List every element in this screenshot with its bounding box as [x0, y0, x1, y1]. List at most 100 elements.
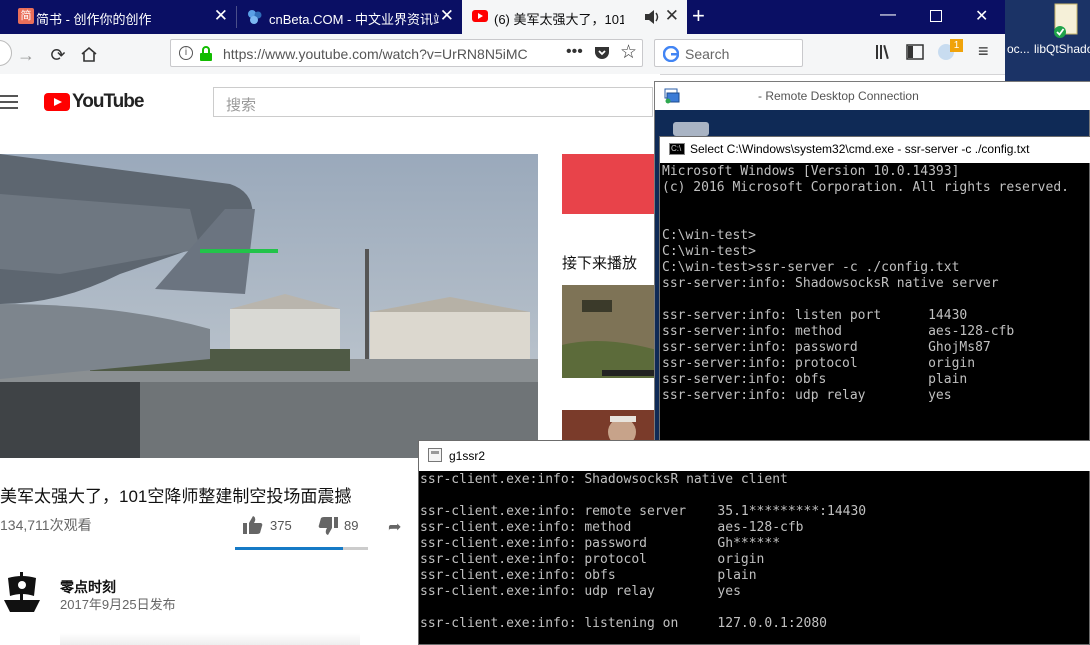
like-ratio-bar — [235, 547, 368, 550]
file-icon[interactable] — [1053, 2, 1079, 38]
video-frame-scene — [0, 154, 538, 458]
speaker-icon[interactable] — [644, 10, 660, 24]
console-line: ssr-server:info: obfs plain — [662, 372, 968, 387]
description-fade — [60, 633, 360, 645]
youtube-favicon-icon — [472, 10, 488, 22]
ssr-title: g1ssr2 — [449, 449, 486, 463]
tab-label: 简书 - 创作你的创作 — [36, 12, 152, 27]
video-title: 美军太强大了，101空降师整建制空投场面震撼 — [0, 487, 352, 506]
close-tab-icon[interactable]: ✕ — [665, 6, 679, 26]
close-tab-icon[interactable]: ✕ — [440, 6, 454, 26]
url-text: https://www.youtube.com/watch?v=UrRN8N5i… — [223, 46, 528, 62]
minimize-icon[interactable]: — — [880, 6, 896, 24]
console-line: ssr-server:info: protocol origin — [662, 356, 976, 371]
window-close-icon[interactable]: ✕ — [975, 6, 988, 26]
home-icon[interactable] — [80, 46, 98, 62]
browser-toolbar: → ⟳ i https://www.youtube.com/watch?v=Ur… — [0, 34, 1005, 75]
ssr-client-window[interactable]: g1ssr2 ssr-client.exe:info: ShadowsocksR… — [418, 440, 1090, 645]
bookmark-star-icon[interactable]: ☆ — [620, 41, 637, 64]
cnbeta-favicon-icon — [247, 9, 263, 25]
desktop-icon-label: libQtShado — [1034, 42, 1090, 56]
tab-label: (6) 美军太强大了，101空降师 — [494, 12, 624, 27]
share-icon[interactable]: ➦ — [388, 517, 401, 537]
ad-banner[interactable] — [562, 154, 657, 214]
cmd-title: Select C:\Windows\system32\cmd.exe - ssr… — [690, 142, 1030, 156]
console-line: Microsoft Windows [Version 10.0.14393] — [662, 164, 960, 179]
close-tab-icon[interactable]: ✕ — [214, 6, 228, 26]
cmd-app-icon: C:\ — [669, 143, 685, 155]
tab-jianshu[interactable]: 简 简书 - 创作你的创作 ✕ — [0, 0, 236, 34]
cmd-titlebar[interactable]: C:\ Select C:\Windows\system32\cmd.exe -… — [660, 137, 1090, 163]
tab-cnbeta[interactable]: cnBeta.COM - 中文业界资讯站 ✕ — [237, 0, 462, 34]
rdp-title: - Remote Desktop Connection — [758, 89, 919, 103]
console-line: ssr-client.exe:info: ShadowsocksR native… — [420, 472, 788, 487]
console-line: ssr-server:info: listen port 14430 — [662, 308, 968, 323]
thumbs-down-icon[interactable] — [318, 517, 338, 535]
info-icon[interactable]: i — [179, 46, 193, 60]
youtube-logo-icon[interactable] — [44, 93, 70, 111]
like-count: 375 — [270, 518, 292, 533]
console-line: ssr-client.exe:info: remote server 35.1*… — [420, 504, 867, 519]
up-next-thumbnail[interactable] — [562, 410, 657, 440]
page-actions-icon[interactable]: ••• — [566, 43, 583, 61]
console-line: ssr-client.exe:info: method aes-128-cfb — [420, 520, 804, 535]
library-icon[interactable] — [875, 44, 893, 60]
jianshu-favicon-icon: 简 — [18, 8, 34, 24]
console-line: C:\win-test> — [662, 228, 756, 243]
maximize-icon[interactable] — [930, 10, 942, 22]
notification-badge: 1 — [950, 39, 963, 52]
forward-arrow-icon[interactable]: → — [13, 42, 39, 68]
ssr-titlebar[interactable]: g1ssr2 — [419, 441, 1090, 471]
rdp-app-icon — [664, 88, 680, 104]
console-line: C:\win-test> — [662, 244, 756, 259]
console-line: (c) 2016 Microsoft Corporation. All righ… — [662, 180, 1069, 195]
tab-youtube[interactable]: (6) 美军太强大了，101空降师 ✕ — [462, 0, 687, 34]
youtube-logo-text[interactable]: YouTube — [72, 91, 144, 113]
lock-icon[interactable] — [199, 46, 213, 62]
video-player[interactable] — [0, 154, 538, 458]
hamburger-menu-icon[interactable] — [0, 94, 18, 110]
console-line: ssr-server:info: ShadowsocksR native ser… — [662, 276, 999, 291]
like-ratio-fill — [235, 547, 343, 550]
up-next-heading: 接下来播放 — [562, 255, 638, 272]
dislike-count: 89 — [344, 518, 359, 533]
console-line: ssr-client.exe:info: password Gh****** — [420, 536, 781, 551]
console-line: ssr-client.exe:info: listening on 127.0.… — [420, 616, 827, 631]
url-bar[interactable]: i https://www.youtube.com/watch?v=UrRN8N… — [170, 39, 643, 67]
desktop-background: oc... libQtShado — [1005, 0, 1090, 84]
console-line: ssr-client.exe:info: obfs plain — [420, 568, 757, 583]
search-box[interactable]: Search — [654, 39, 803, 67]
ssr-app-icon — [428, 448, 442, 462]
cmd-window[interactable]: C:\ Select C:\Windows\system32\cmd.exe -… — [659, 136, 1090, 441]
pocket-icon[interactable] — [594, 46, 610, 61]
ssr-console-output: ssr-client.exe:info: ShadowsocksR native… — [420, 472, 1088, 632]
browser-tab-strip: 简 简书 - 创作你的创作 ✕ cnBeta.COM - 中文业界资讯站 ✕ (… — [0, 0, 1005, 34]
cmd-console-output: Microsoft Windows [Version 10.0.14393] (… — [662, 164, 1090, 404]
rdp-titlebar[interactable]: - Remote Desktop Connection — [655, 82, 1090, 110]
console-line: C:\win-test>ssr-server -c ./config.txt — [662, 260, 960, 275]
up-next-thumbnail[interactable] — [562, 285, 657, 378]
channel-avatar[interactable] — [0, 568, 44, 616]
console-line: ssr-client.exe:info: udp relay yes — [420, 584, 741, 599]
remote-desktop-icon[interactable] — [673, 122, 709, 136]
console-line: ssr-server:info: udp relay yes — [662, 388, 952, 403]
console-line: ssr-client.exe:info: protocol origin — [420, 552, 765, 567]
thumbs-up-icon[interactable] — [243, 516, 263, 534]
back-button[interactable] — [0, 40, 12, 66]
publish-date: 2017年9月25日发布 — [60, 597, 176, 612]
sidebar-icon[interactable] — [906, 44, 924, 60]
youtube-search-input[interactable]: 搜索 — [213, 87, 653, 117]
reload-icon[interactable]: ⟳ — [45, 42, 71, 68]
menu-icon[interactable]: ≡ — [978, 41, 989, 62]
youtube-header: YouTube 搜索 — [0, 74, 660, 130]
tab-label: cnBeta.COM - 中文业界资讯站 — [269, 12, 439, 27]
search-placeholder: 搜索 — [226, 97, 257, 114]
new-tab-button[interactable]: + — [692, 3, 705, 29]
desktop-icon-label: oc... — [1007, 42, 1030, 56]
console-line: ssr-server:info: password GhojMs87 — [662, 340, 991, 355]
